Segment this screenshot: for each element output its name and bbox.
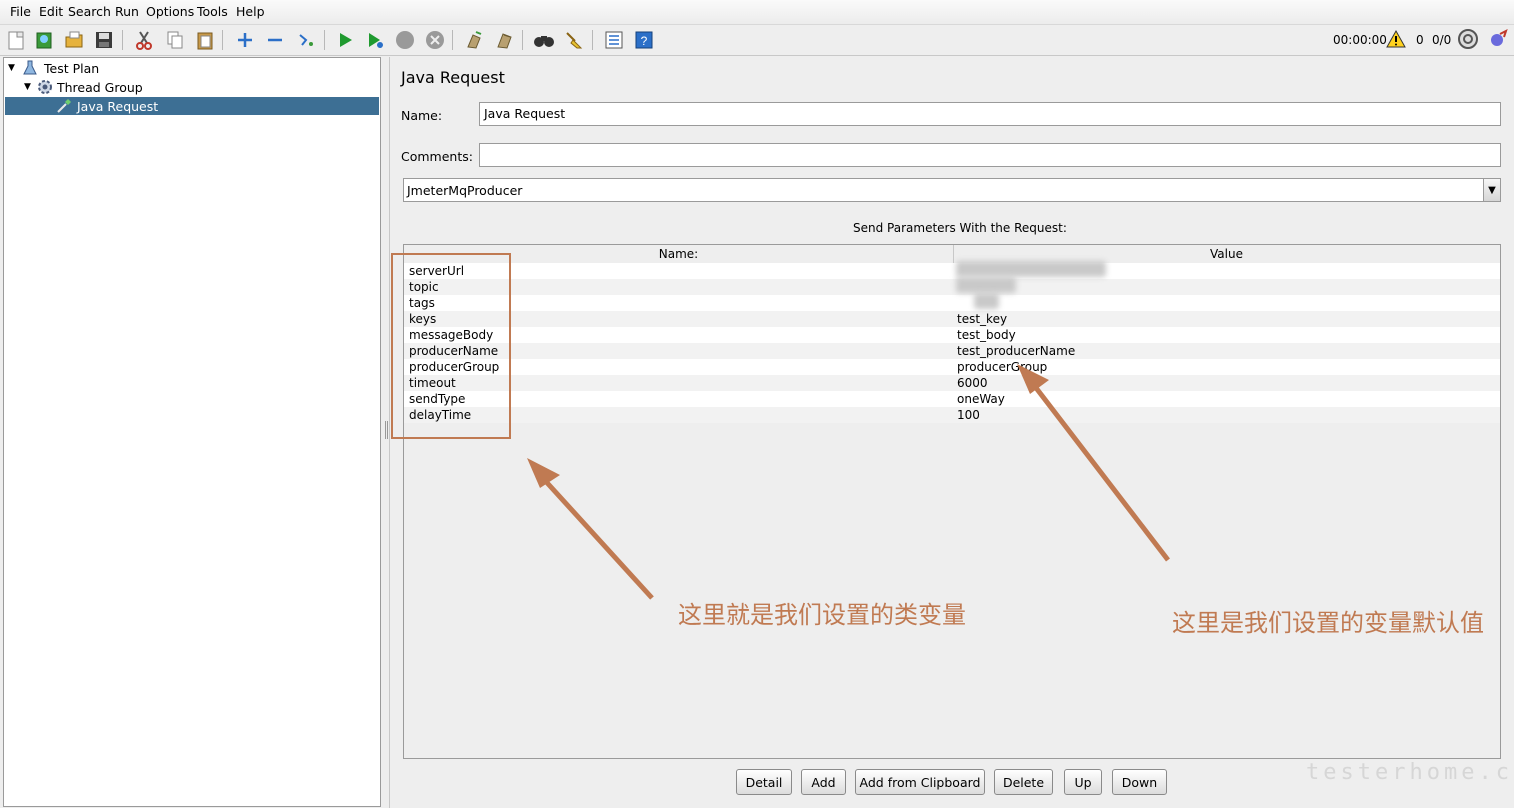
watermark: testerhome.com: [1306, 760, 1514, 785]
annotation-arrows: [527, 364, 1170, 600]
annotation-left-text: 这里就是我们设置的类变量: [678, 601, 966, 629]
annotation-right-text: 这里是我们设置的变量默认值: [1172, 609, 1484, 637]
